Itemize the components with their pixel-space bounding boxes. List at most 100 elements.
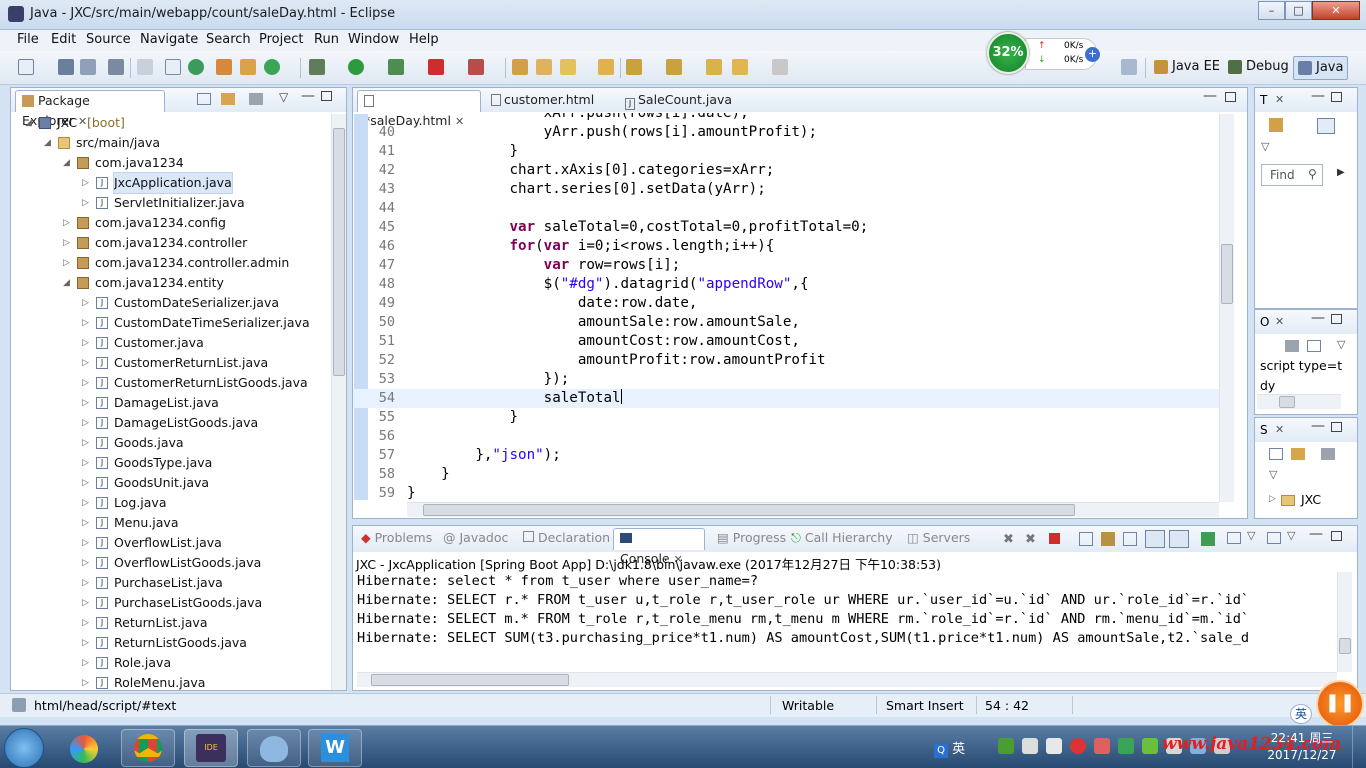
outline-title[interactable]: O	[1260, 315, 1269, 329]
close-icon[interactable]: ✕	[1275, 93, 1284, 106]
console-vscrollbar[interactable]	[1337, 572, 1352, 672]
outline-item-2[interactable]: dy	[1260, 378, 1275, 393]
back-icon[interactable]	[732, 59, 748, 75]
tree-item[interactable]: ▷ J PurchaseListGoods.java	[11, 593, 329, 613]
tree-item[interactable]: ▷ com.java1234.controller	[11, 233, 329, 253]
tab-javadoc[interactable]: @ Javadoc	[437, 528, 514, 550]
code-line[interactable]: 42 chart.xAxis[0].categories=xArr;	[353, 161, 1219, 180]
menu-navigate[interactable]: Navigate	[140, 32, 198, 47]
console-output[interactable]: Hibernate: select * from t_user where us…	[353, 572, 1335, 672]
menu-icon[interactable]	[1321, 448, 1335, 460]
dropdown-icon[interactable]: ▽	[1337, 338, 1345, 351]
dropdown-icon[interactable]: ▽	[1269, 468, 1277, 481]
tab-customer-html[interactable]: customer.html	[485, 90, 600, 112]
tree-item[interactable]: ◢ com.java1234	[11, 153, 329, 173]
task-list-title[interactable]: T	[1260, 93, 1267, 107]
code-line[interactable]: 49 date:row.date,	[353, 294, 1219, 313]
code-line[interactable]: 52 amountProfit:row.amountProfit	[353, 351, 1219, 370]
tree-item[interactable]: ▷ J OverflowList.java	[11, 533, 329, 553]
minimize-view-icon[interactable]: —	[301, 88, 315, 104]
outline-item[interactable]: script type=t	[1260, 358, 1344, 373]
tab-salecount-java[interactable]: J SaleCount.java	[619, 90, 738, 112]
chevron-right-icon[interactable]: ▶	[1337, 167, 1345, 178]
new-icon[interactable]	[18, 59, 34, 75]
refresh-icon[interactable]	[264, 59, 280, 75]
tree-item[interactable]: ▷ J ServletInitializer.java	[11, 193, 329, 213]
close-icon[interactable]: ✕	[1275, 423, 1284, 436]
build-icon[interactable]	[216, 59, 232, 75]
expand-arrow-icon[interactable]: ▷	[82, 313, 92, 333]
expand-arrow-icon[interactable]: ▷	[82, 473, 92, 493]
start-button[interactable]	[4, 728, 44, 768]
save-all-icon[interactable]	[80, 59, 96, 75]
link-editor-icon[interactable]	[221, 93, 235, 105]
tab-saleday-html[interactable]: *saleDay.html ✕	[357, 90, 481, 128]
prev-annotation-icon[interactable]	[666, 59, 682, 75]
expand-arrow-icon[interactable]: ▷	[82, 533, 92, 553]
tree-item[interactable]: ▷ com.java1234.config	[11, 213, 329, 233]
open-console-icon[interactable]	[1267, 532, 1281, 544]
servers-title[interactable]: S	[1260, 423, 1268, 437]
taskbar-app-w[interactable]: W	[308, 729, 362, 767]
tab-progress[interactable]: ▤ Progress	[711, 528, 792, 550]
editor-vscrollbar[interactable]	[1219, 114, 1234, 502]
network-monitor-widget[interactable]: ↑ 0K/s ↓ 0K/s + 32%	[985, 30, 1110, 74]
code-line[interactable]: 56	[353, 427, 1219, 446]
record-pause-button[interactable]: ❚❚	[1316, 680, 1364, 728]
taskbar-app-pinwheel[interactable]	[58, 729, 112, 767]
remove-all-icon[interactable]: ✖	[1025, 532, 1036, 547]
editor-hscroll-thumb[interactable]	[423, 504, 1075, 516]
menu-window[interactable]: Window	[348, 32, 399, 47]
close-icon[interactable]: ✕	[1275, 315, 1284, 328]
editor-vscroll-thumb[interactable]	[1221, 244, 1233, 304]
collapse-arrow-icon[interactable]: ◢	[44, 133, 54, 153]
expand-arrow-icon[interactable]: ▷	[82, 293, 92, 313]
outline-sort-icon[interactable]	[1285, 340, 1299, 352]
run-icon[interactable]	[348, 59, 364, 75]
tree-item[interactable]: ▷ J Log.java	[11, 493, 329, 513]
menu-help[interactable]: Help	[409, 32, 439, 47]
dropdown-icon[interactable]: ▽	[1247, 529, 1255, 542]
tab-package-explorer[interactable]: Package Explorer✕	[15, 90, 165, 128]
print-icon[interactable]	[108, 59, 124, 75]
menu-file[interactable]: File	[17, 32, 39, 47]
link-icon[interactable]	[1291, 448, 1305, 460]
expand-arrow-icon[interactable]: ▷	[63, 233, 73, 253]
show-on-output-icon[interactable]	[1145, 530, 1165, 548]
minimize-editor-icon[interactable]: —	[1203, 88, 1217, 104]
tree-item[interactable]: ▷ J Role.java	[11, 653, 329, 673]
code-line[interactable]: 54 saleTotal	[353, 389, 1219, 408]
code-editor[interactable]: xArr.push(rows[i].date); 40 yArr.push(ro…	[353, 113, 1219, 501]
menu-run[interactable]: Run	[314, 32, 339, 47]
code-line[interactable]: 41 }	[353, 142, 1219, 161]
taskbar-app-eclipse[interactable]: IDE	[184, 729, 238, 767]
expand-arrow-icon[interactable]: ▷	[82, 353, 92, 373]
taskbar-app-dolphin[interactable]	[247, 729, 301, 767]
expand-arrow-icon[interactable]: ▷	[82, 193, 92, 213]
expand-arrow-icon[interactable]: ▷	[63, 253, 73, 273]
tab-call-hierarchy[interactable]: ⎋ Call Hierarchy	[785, 528, 899, 550]
code-line[interactable]: 40 yArr.push(rows[i].amountProfit);	[353, 123, 1219, 142]
toggle-block-icon[interactable]	[165, 59, 181, 75]
console-hscroll-thumb[interactable]	[371, 674, 569, 686]
tab-servers[interactable]: ◫ Servers	[901, 528, 976, 550]
tray-360-icon[interactable]	[1070, 738, 1086, 754]
sync-icon[interactable]	[240, 59, 256, 75]
perspective-javaee[interactable]: Java EE	[1150, 56, 1224, 80]
tree-scrollbar[interactable]	[331, 114, 346, 690]
expand-arrow-icon[interactable]: ▷	[82, 393, 92, 413]
expand-arrow-icon[interactable]: ▷	[82, 433, 92, 453]
minimize-view-icon[interactable]: —	[1311, 310, 1325, 326]
ime-indicator[interactable]: Q 英	[934, 738, 965, 758]
maximize-view-icon[interactable]	[321, 91, 332, 101]
close-button[interactable]: ✕	[1312, 1, 1360, 20]
expand-arrow-icon[interactable]: ▷	[82, 553, 92, 573]
tree-item[interactable]: ▷ com.java1234.controller.admin	[11, 253, 329, 273]
tree-item[interactable]: ▷ J GoodsUnit.java	[11, 473, 329, 493]
tree-item[interactable]: ◢ com.java1234.entity	[11, 273, 329, 293]
menu-source[interactable]: Source	[86, 32, 131, 47]
code-line[interactable]: 43 chart.series[0].setData(yArr);	[353, 180, 1219, 199]
outline-hscroll-thumb[interactable]	[1279, 396, 1295, 408]
menu-search[interactable]: Search	[206, 32, 251, 47]
outline-hscrollbar[interactable]	[1257, 394, 1341, 409]
